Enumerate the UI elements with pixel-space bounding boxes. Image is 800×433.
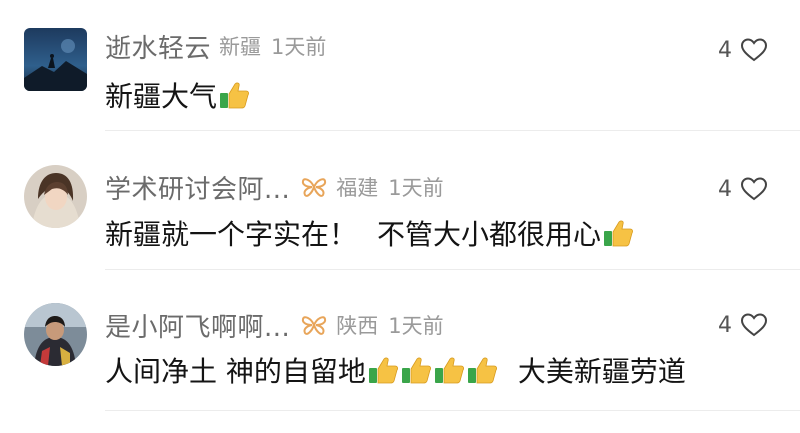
person-avatar-icon <box>24 303 87 366</box>
like-count: 4 <box>718 312 732 338</box>
username[interactable]: 是小阿飞啊啊... <box>105 307 290 344</box>
thumbs-up-emoji-icon <box>400 355 432 385</box>
portrait-avatar-icon <box>24 165 87 228</box>
comment-item: 逝水轻云 新疆 1天前 新疆大气 4 <box>0 0 800 130</box>
like-count: 4 <box>718 176 732 202</box>
username[interactable]: 学术研讨会阿... <box>105 169 290 206</box>
comment-text-content: 新疆大气 <box>105 80 218 113</box>
location: 福建 <box>336 176 379 200</box>
like-control[interactable]: 4 <box>718 174 768 204</box>
comment-meta: 学术研讨会阿... 福建 1天前 <box>105 169 444 206</box>
comment-item: 是小阿飞啊啊... 陕西 1天前 人间净土 神的自留地 大美新疆劳道 4 <box>0 270 800 410</box>
butterfly-badge-icon <box>300 314 328 336</box>
comment-item: 学术研讨会阿... 福建 1天前 新疆就一个字实在！ 不管大小都很用心 4 <box>0 131 800 269</box>
butterfly-badge-icon <box>300 176 328 198</box>
heart-outline-icon[interactable] <box>740 176 768 202</box>
avatar[interactable] <box>24 303 87 366</box>
comment-text: 新疆大气 <box>105 75 250 115</box>
comment-text: 新疆就一个字实在！ 不管大小都很用心 <box>105 213 634 253</box>
location: 陕西 <box>336 314 379 338</box>
thumbs-up-emoji-icon <box>602 218 634 248</box>
like-control[interactable]: 4 <box>718 310 768 340</box>
divider <box>105 410 800 411</box>
like-control[interactable]: 4 <box>718 35 768 65</box>
thumbs-up-emoji-icon <box>433 355 465 385</box>
thumbs-up-emoji-icon <box>367 355 399 385</box>
timestamp: 1天前 <box>388 314 444 338</box>
comment-meta: 是小阿飞啊啊... 陕西 1天前 <box>105 307 444 344</box>
like-count: 4 <box>718 37 732 63</box>
comment-text-part1: 人间净土 神的自留地 <box>105 355 366 388</box>
comment-text: 人间净土 神的自留地 大美新疆劳道 <box>105 350 686 390</box>
avatar[interactable] <box>24 165 87 228</box>
comment-text-part2: 不管大小都很用心 <box>377 218 602 251</box>
comment-text-part1: 新疆就一个字实在！ <box>105 218 358 251</box>
avatar[interactable] <box>24 28 87 91</box>
heart-outline-icon[interactable] <box>740 312 768 338</box>
location: 新疆 <box>219 35 262 59</box>
timestamp: 1天前 <box>388 176 444 200</box>
landscape-avatar-icon <box>24 28 87 91</box>
username[interactable]: 逝水轻云 <box>105 28 211 65</box>
timestamp: 1天前 <box>271 35 327 59</box>
comment-text-part2: 大美新疆劳道 <box>517 355 686 388</box>
comment-meta: 逝水轻云 新疆 1天前 <box>105 28 327 65</box>
thumbs-up-emoji-icon <box>218 80 250 110</box>
heart-outline-icon[interactable] <box>740 37 768 63</box>
thumbs-up-emoji-icon <box>466 355 498 385</box>
